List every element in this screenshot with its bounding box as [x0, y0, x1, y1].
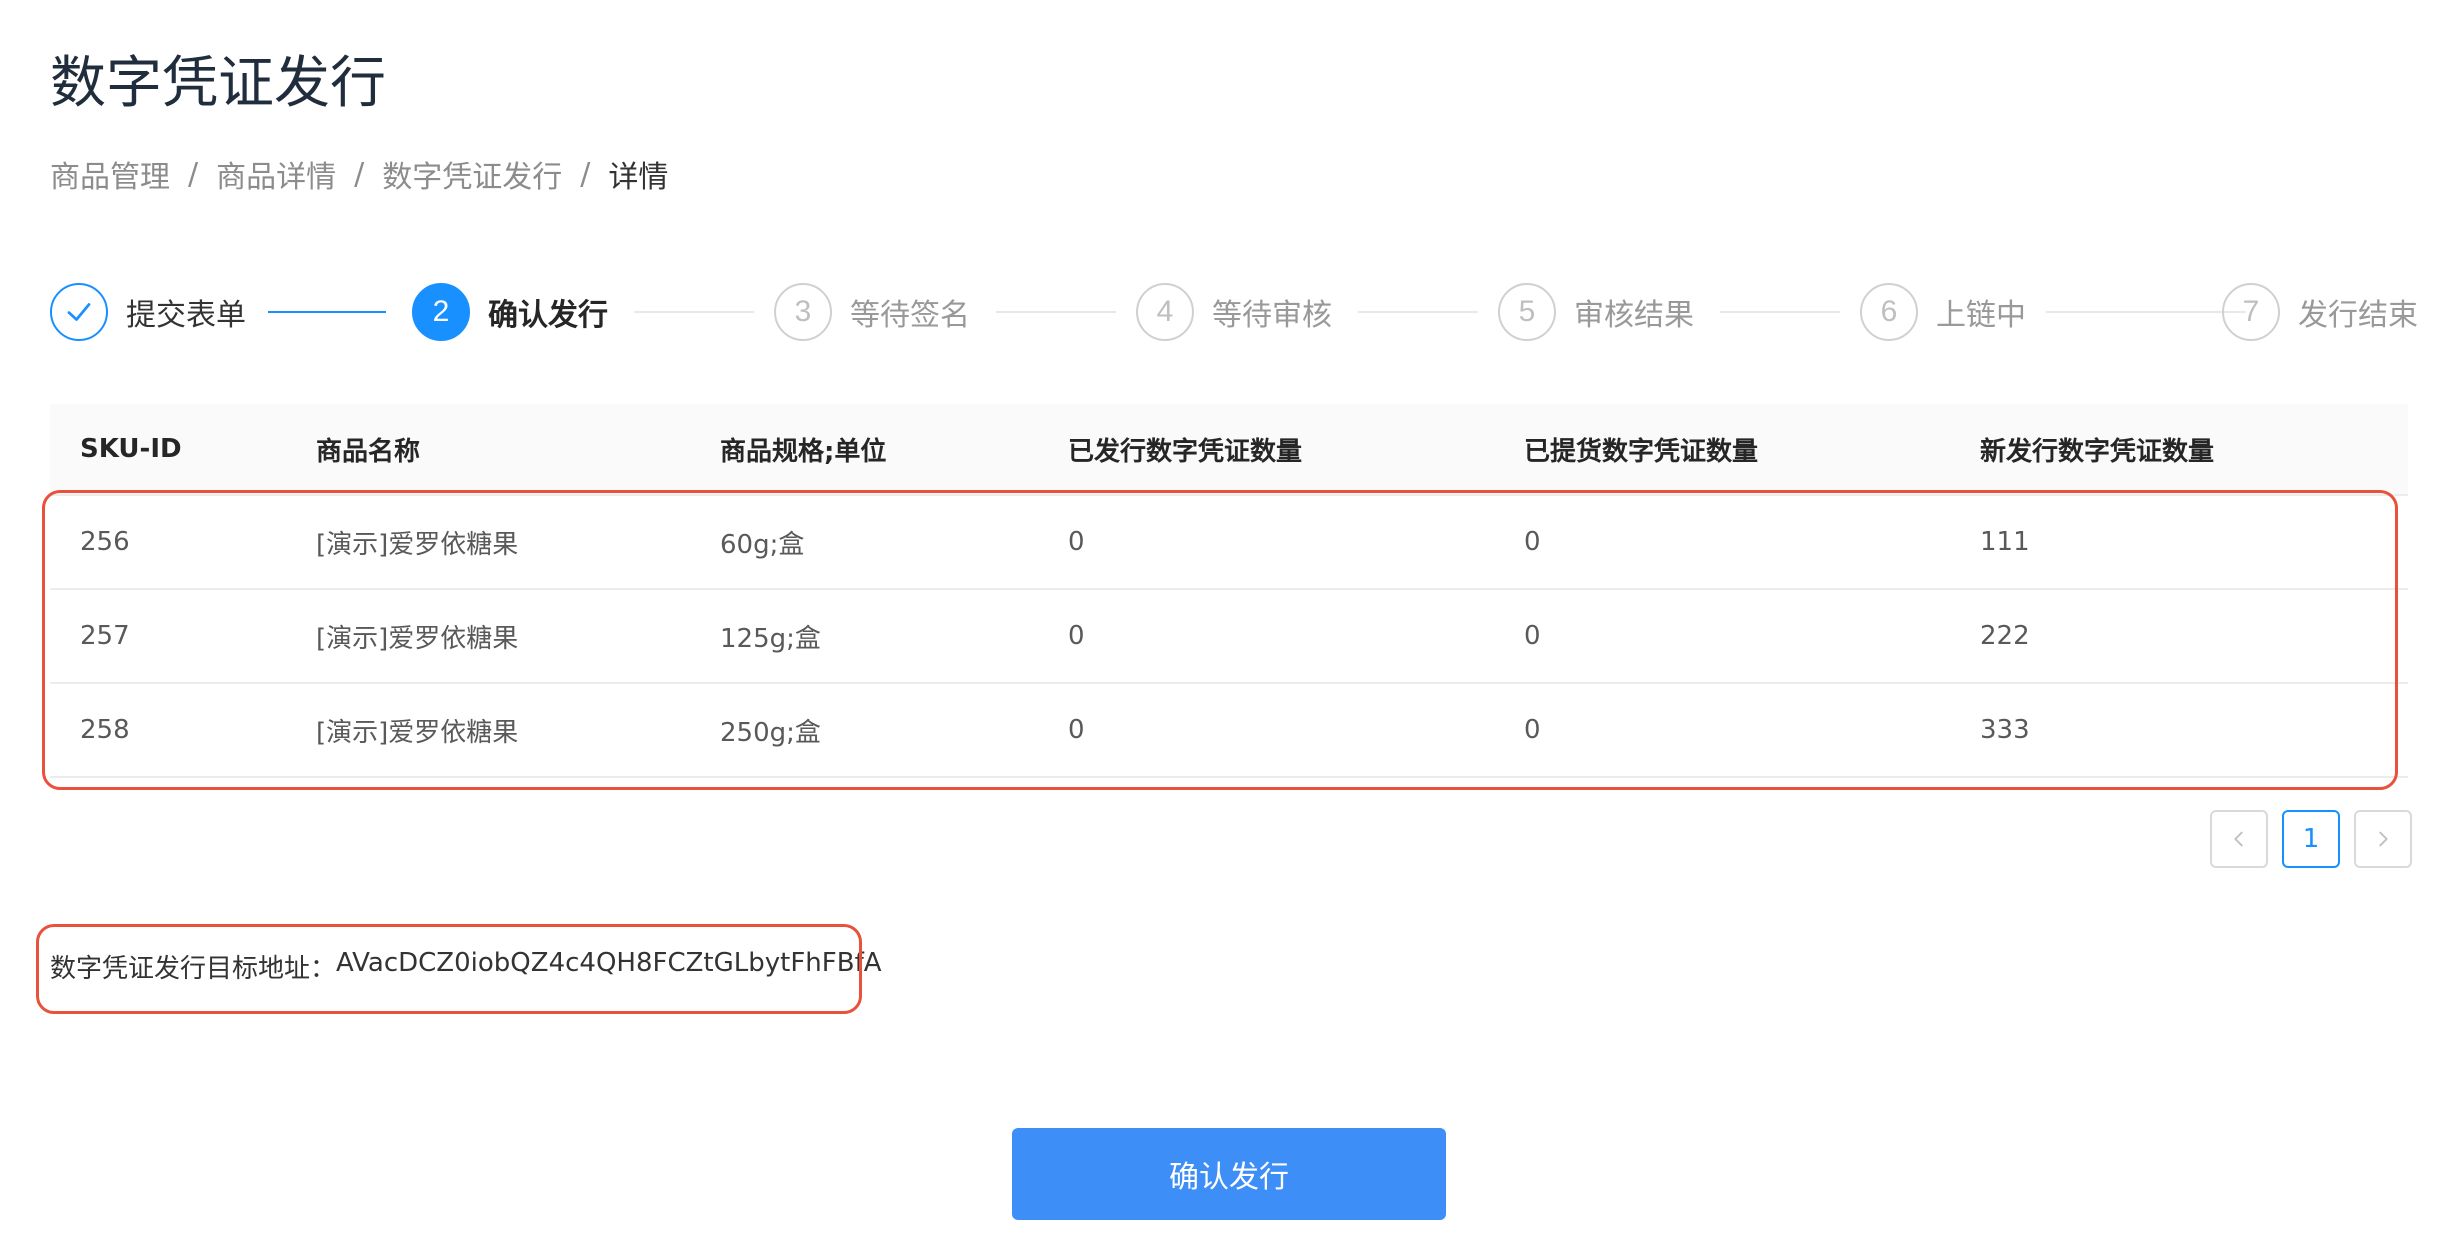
- cell-sku-id: 256: [80, 527, 130, 557]
- breadcrumb-separator: /: [188, 156, 199, 192]
- cell-new-issue-count: 222: [1980, 621, 2030, 651]
- step-label: 发行结束: [2298, 298, 2418, 333]
- column-header-product-name: 商品名称: [316, 436, 421, 467]
- step-issue-finished: 7 发行结束: [2222, 282, 2418, 342]
- table-header: SKU-ID 商品名称 商品规格;单位 已发行数字凭证数量 已提货数字凭证数量 …: [50, 404, 2408, 496]
- step-connector-line: [1358, 311, 1478, 313]
- cell-product-name: [演示]爱罗依糖果: [316, 623, 519, 654]
- page-title: 数字凭证发行: [50, 51, 386, 116]
- prev-page-button[interactable]: [2210, 810, 2268, 868]
- page-number-button[interactable]: 1: [2282, 810, 2340, 868]
- check-icon: [50, 283, 108, 341]
- breadcrumb-separator: /: [354, 156, 365, 192]
- step-number: 5: [1498, 283, 1556, 341]
- column-header-issued-count: 已发行数字凭证数量: [1068, 436, 1303, 467]
- pagination: 1: [2210, 810, 2412, 868]
- step-on-chain: 6 上链中: [1860, 282, 2026, 342]
- column-header-sku-id: SKU-ID: [80, 434, 182, 464]
- sku-table: SKU-ID 商品名称 商品规格;单位 已发行数字凭证数量 已提货数字凭证数量 …: [50, 404, 2408, 778]
- chevron-right-icon: [2379, 831, 2388, 847]
- breadcrumb-item-current: 详情: [608, 160, 669, 195]
- step-label: 等待审核: [1212, 298, 1332, 333]
- table-row: 257 [演示]爱罗依糖果 125g;盒 0 0 222: [50, 590, 2408, 684]
- cell-issued-count: 0: [1068, 715, 1085, 745]
- step-number: 6: [1860, 283, 1918, 341]
- step-label: 上链中: [1936, 298, 2026, 333]
- cell-product-name: [演示]爱罗依糖果: [316, 529, 519, 560]
- breadcrumb-separator: /: [580, 156, 591, 192]
- cell-sku-id: 257: [80, 621, 130, 651]
- step-label: 提交表单: [126, 298, 246, 333]
- table-row: 258 [演示]爱罗依糖果 250g;盒 0 0 333: [50, 684, 2408, 778]
- step-connector-line: [1720, 311, 1840, 313]
- step-number: 7: [2222, 283, 2280, 341]
- cell-new-issue-count: 333: [1980, 715, 2030, 745]
- cell-issued-count: 0: [1068, 621, 1085, 651]
- step-label: 确认发行: [488, 298, 608, 333]
- breadcrumb: 商品管理 / 商品详情 / 数字凭证发行 / 详情: [50, 152, 668, 196]
- address-label: 数字凭证发行目标地址：: [50, 954, 337, 984]
- chevron-left-icon: [2234, 831, 2243, 847]
- step-review-result: 5 审核结果: [1498, 282, 1694, 342]
- step-submit-form: 提交表单: [50, 282, 246, 342]
- step-confirm-issue: 2 确认发行: [412, 282, 608, 342]
- issue-detail-page: 数字凭证发行 商品管理 / 商品详情 / 数字凭证发行 / 详情 提交表单 2 …: [0, 0, 2456, 1236]
- cell-spec-unit: 60g;盒: [720, 529, 805, 560]
- step-connector-line: [268, 311, 386, 313]
- step-connector-line: [634, 311, 754, 313]
- step-wait-sign: 3 等待签名: [774, 282, 970, 342]
- table-row: 256 [演示]爱罗依糖果 60g;盒 0 0 111: [50, 496, 2408, 590]
- step-number: 2: [412, 283, 470, 341]
- cell-spec-unit: 250g;盒: [720, 717, 821, 748]
- breadcrumb-item-voucher-issue[interactable]: 数字凭证发行: [382, 152, 562, 196]
- step-wait-review: 4 等待审核: [1136, 282, 1332, 342]
- column-header-new-issue-count: 新发行数字凭证数量: [1980, 436, 2215, 467]
- cell-issued-count: 0: [1068, 527, 1085, 557]
- step-connector-line: [996, 311, 1116, 313]
- steps: 提交表单 2 确认发行 3 等待签名 4 等待审核 5 审核结果 6 上链中 7…: [50, 282, 2418, 342]
- cell-sku-id: 258: [80, 715, 130, 745]
- step-number: 3: [774, 283, 832, 341]
- next-page-button[interactable]: [2354, 810, 2412, 868]
- step-connector-line: [2046, 311, 2246, 313]
- step-label: 等待签名: [850, 298, 970, 333]
- column-header-picked-up-count: 已提货数字凭证数量: [1524, 436, 1759, 467]
- cell-picked-up-count: 0: [1524, 621, 1541, 651]
- cell-new-issue-count: 111: [1980, 527, 2030, 557]
- breadcrumb-item-product-management[interactable]: 商品管理: [50, 152, 170, 196]
- step-label: 审核结果: [1574, 298, 1694, 333]
- cell-product-name: [演示]爱罗依糖果: [316, 717, 519, 748]
- confirm-issue-button[interactable]: 确认发行: [1012, 1128, 1446, 1220]
- column-header-spec-unit: 商品规格;单位: [720, 436, 887, 467]
- cell-picked-up-count: 0: [1524, 715, 1541, 745]
- cell-spec-unit: 125g;盒: [720, 623, 821, 654]
- step-number: 4: [1136, 283, 1194, 341]
- cell-picked-up-count: 0: [1524, 527, 1541, 557]
- breadcrumb-item-product-detail[interactable]: 商品详情: [216, 152, 336, 196]
- address-value: AVacDCZ0iobQZ4c4QH8FCZtGLbytFhFBfA: [336, 948, 882, 978]
- issue-target-address: 数字凭证发行目标地址： AVacDCZ0iobQZ4c4QH8FCZtGLbyt…: [50, 948, 882, 985]
